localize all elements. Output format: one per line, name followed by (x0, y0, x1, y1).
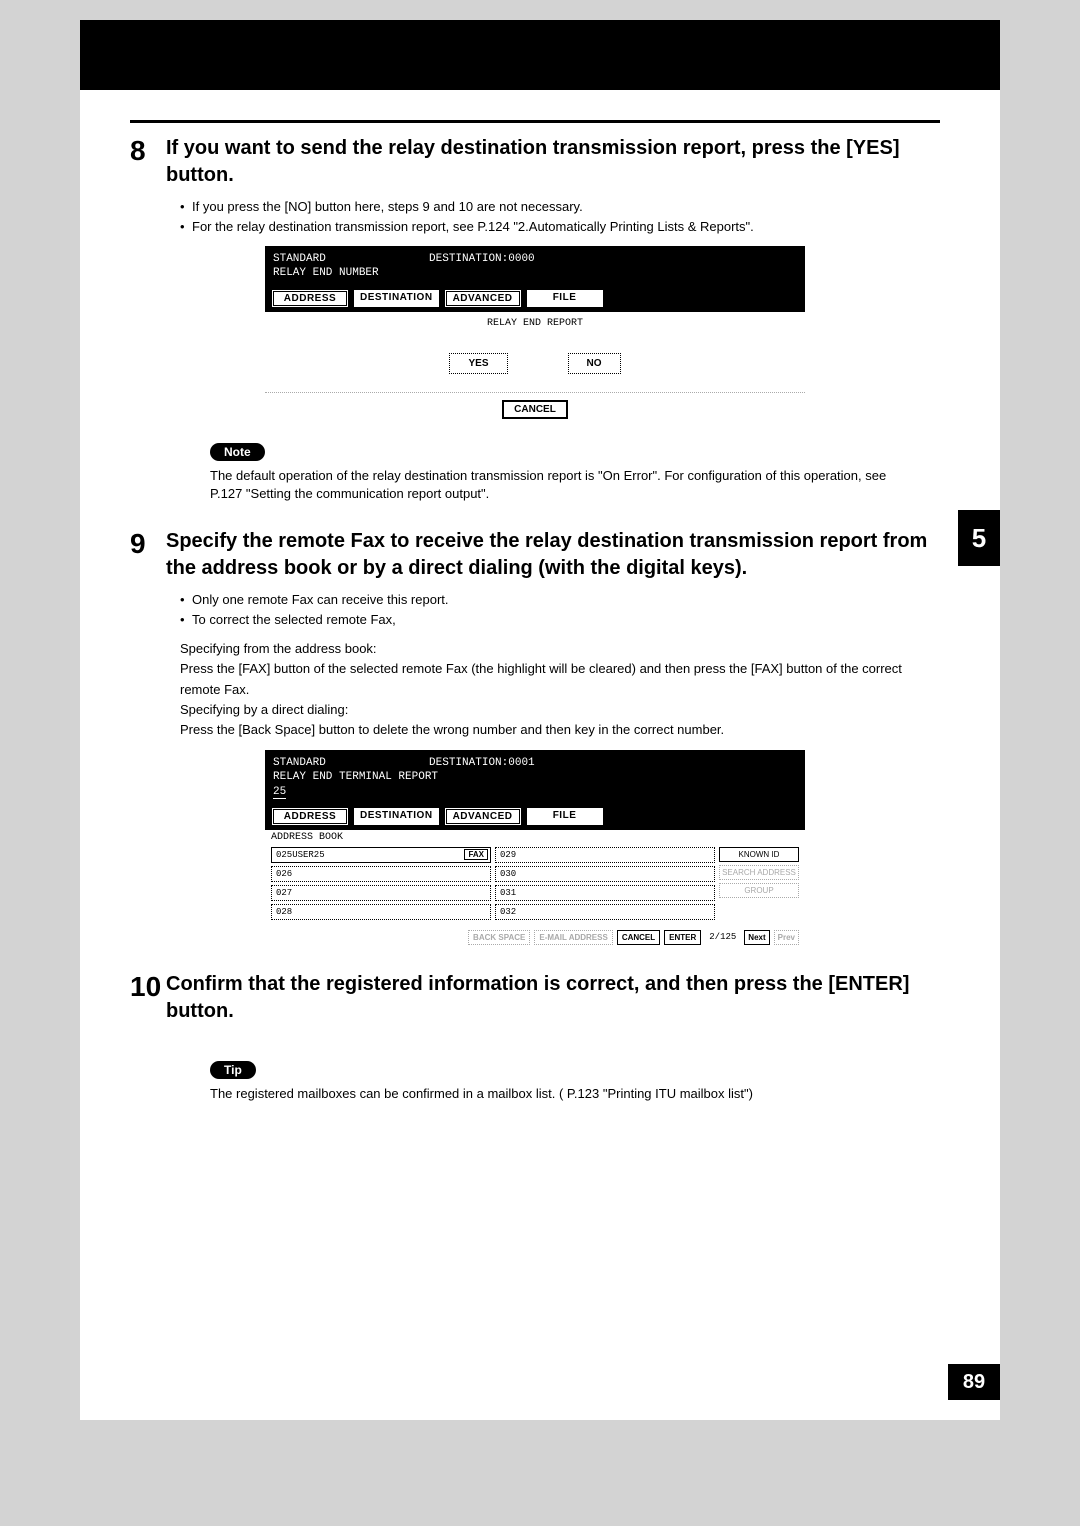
address-entry-026[interactable]: 026 (271, 866, 491, 882)
lcd-screenshot-relay-end-report: STANDARD DESTINATION:0000 RELAY END NUMB… (265, 246, 805, 423)
backspace-button[interactable]: BACK SPACE (468, 930, 530, 945)
step-title: If you want to send the relay destinatio… (166, 135, 940, 189)
note-text: The default operation of the relay desti… (210, 467, 920, 505)
prev-page-button[interactable]: Prev (774, 930, 799, 945)
top-header-bar (80, 20, 1000, 90)
page-indicator: 2/125 (709, 932, 736, 942)
tab-destination[interactable]: DESTINATION (353, 289, 440, 308)
lcd-subheader: RELAY END TERMINAL REPORT (273, 771, 438, 783)
step-title: Confirm that the registered information … (166, 971, 940, 1025)
address-book-grid: 025USER25 FAX 026 027 028 029 030 031 03… (265, 845, 805, 926)
tab-advanced[interactable]: ADVANCED (444, 807, 522, 826)
step-title: Specify the remote Fax to receive the re… (166, 528, 940, 582)
lcd-screenshot-address-book: STANDARD DESTINATION:0001 RELAY END TERM… (265, 750, 805, 951)
yes-no-row: YES NO (265, 347, 805, 392)
step-9: 9 Specify the remote Fax to receive the … (130, 528, 940, 582)
step-number: 8 (130, 135, 166, 189)
note-pill: Note (210, 443, 265, 461)
step-10: 10 Confirm that the registered informati… (130, 971, 940, 1025)
address-book-col-2: 029 030 031 032 (495, 847, 715, 920)
tab-advanced[interactable]: ADVANCED (444, 289, 522, 308)
address-entry-028[interactable]: 028 (271, 904, 491, 920)
address-book-col-1: 025USER25 FAX 026 027 028 (271, 847, 491, 920)
lcd-mode-label: STANDARD (273, 757, 326, 769)
tip-text: The registered mailboxes can be confirme… (210, 1085, 920, 1104)
enter-button[interactable]: ENTER (664, 930, 701, 945)
address-book-label: ADDRESS BOOK (265, 830, 805, 845)
lcd-body: RELAY END REPORT YES NO CANCEL (265, 312, 805, 423)
cancel-button[interactable]: CANCEL (617, 930, 660, 945)
yes-button[interactable]: YES (449, 353, 507, 374)
bullet-item: Only one remote Fax can receive this rep… (180, 590, 940, 610)
step-number: 10 (130, 971, 166, 1025)
address-book-side-buttons: KNOWN ID SEARCH ADDRESS GROUP (719, 847, 799, 920)
bullet-item: To correct the selected remote Fax, (180, 610, 940, 630)
lcd-destination-count: DESTINATION:0001 (429, 757, 535, 769)
cancel-row: CANCEL (265, 392, 805, 423)
lcd-tab-row: ADDRESS DESTINATION ADVANCED FILE (265, 803, 805, 830)
chapter-tab: 5 (958, 510, 1000, 566)
search-address-button[interactable]: SEARCH ADDRESS (719, 865, 799, 880)
bullet-item: For the relay destination transmission r… (180, 217, 940, 237)
fax-button[interactable]: FAX (464, 849, 488, 860)
next-page-button[interactable]: Next (744, 930, 769, 945)
horizontal-rule (130, 120, 940, 123)
step-9-subtext: Specifying from the address book: Press … (180, 639, 940, 740)
lcd-tab-row: ADDRESS DESTINATION ADVANCED FILE (265, 285, 805, 312)
lcd-mode-label: STANDARD (273, 253, 326, 265)
tab-file[interactable]: FILE (526, 289, 604, 308)
lcd-body: ADDRESS BOOK 025USER25 FAX 026 027 028 0… (265, 830, 805, 951)
bullet-item: If you press the [NO] button here, steps… (180, 197, 940, 217)
address-entry-031[interactable]: 031 (495, 885, 715, 901)
known-id-button[interactable]: KNOWN ID (719, 847, 799, 862)
lcd-header: STANDARD DESTINATION:0000 RELAY END NUMB… (265, 246, 805, 285)
address-entry-032[interactable]: 032 (495, 904, 715, 920)
page-number: 89 (948, 1364, 1000, 1400)
lcd-subheader: RELAY END NUMBER (273, 267, 379, 279)
step-number: 9 (130, 528, 166, 582)
tab-file[interactable]: FILE (526, 807, 604, 826)
email-address-button[interactable]: E-MAIL ADDRESS (534, 930, 612, 945)
tip-pill: Tip (210, 1061, 256, 1079)
lcd-destination-count: DESTINATION:0000 (429, 253, 535, 265)
tab-address[interactable]: ADDRESS (271, 289, 349, 308)
lcd-body-label: RELAY END REPORT (265, 312, 805, 347)
tab-address[interactable]: ADDRESS (271, 807, 349, 826)
no-button[interactable]: NO (568, 353, 621, 374)
address-entry-027[interactable]: 027 (271, 885, 491, 901)
step-8-bullets: If you press the [NO] button here, steps… (180, 197, 940, 236)
manual-page: 8 If you want to send the relay destinat… (80, 20, 1000, 1420)
address-entry-029[interactable]: 029 (495, 847, 715, 863)
address-book-bottom-row: BACK SPACE E-MAIL ADDRESS CANCEL ENTER 2… (265, 926, 805, 951)
lcd-entered-number: 25 (273, 786, 286, 799)
step-9-bullets: Only one remote Fax can receive this rep… (180, 590, 940, 629)
address-entry-030[interactable]: 030 (495, 866, 715, 882)
tab-destination[interactable]: DESTINATION (353, 807, 440, 826)
cancel-button[interactable]: CANCEL (502, 400, 568, 419)
address-entry-025[interactable]: 025USER25 FAX (271, 847, 491, 863)
step-8: 8 If you want to send the relay destinat… (130, 135, 940, 189)
group-button[interactable]: GROUP (719, 883, 799, 898)
lcd-header: STANDARD DESTINATION:0001 RELAY END TERM… (265, 750, 805, 803)
